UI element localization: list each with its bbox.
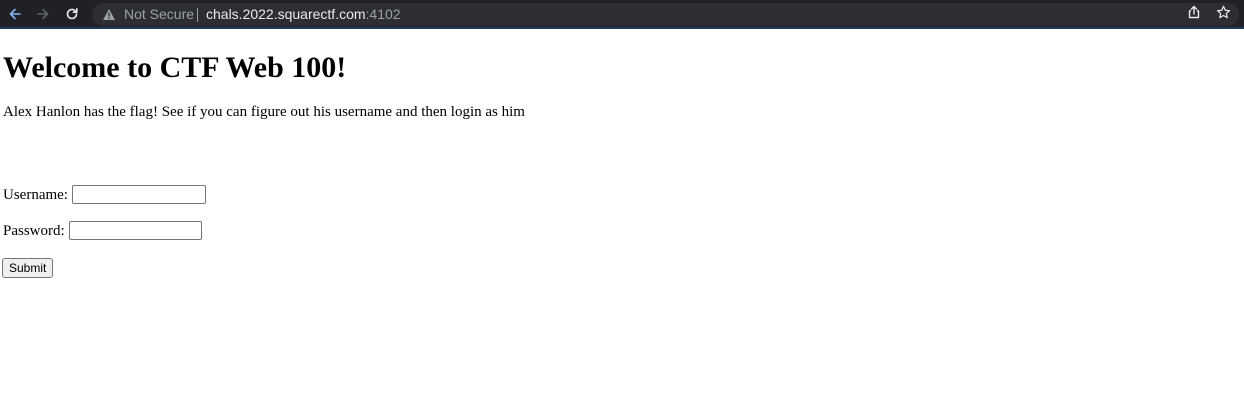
bookmark-star-icon [1216, 5, 1230, 18]
share-button[interactable] [1185, 3, 1203, 21]
password-input[interactable] [68, 221, 202, 240]
security-status[interactable]: Not Secure [124, 6, 194, 23]
url-text[interactable]: chals.2022.squarectf.com:4102 [206, 6, 401, 23]
username-input[interactable] [71, 185, 206, 204]
forward-button[interactable] [33, 4, 53, 24]
warning-triangle-icon [103, 9, 115, 20]
submit-button[interactable]: Submit [2, 258, 54, 278]
intro-text: Alex Hanlon has the flag! See if you can… [3, 104, 525, 120]
url-host: chals.2022.squarectf.com [206, 6, 366, 22]
reload-button[interactable] [62, 4, 82, 24]
forward-arrow-icon [37, 8, 49, 20]
url-port: :4102 [365, 6, 401, 22]
back-button[interactable] [5, 4, 25, 24]
bookmark-button[interactable] [1214, 3, 1232, 21]
share-icon [1188, 5, 1200, 19]
browser-toolbar: Not Secure chals.2022.squarectf.com:4102 [0, 0, 1244, 29]
password-label: Password: [3, 222, 65, 239]
password-row: Password: [3, 221, 202, 240]
username-label: Username: [3, 186, 68, 203]
page-content: Welcome to CTF Web 100! Alex Hanlon has … [0, 31, 1244, 412]
address-bar[interactable]: Not Secure chals.2022.squarectf.com:4102 [92, 3, 1239, 26]
reload-icon [66, 8, 78, 20]
page-title: Welcome to CTF Web 100! [3, 51, 347, 84]
address-divider [197, 8, 198, 22]
username-row: Username: [3, 185, 206, 204]
back-arrow-icon [9, 8, 21, 20]
